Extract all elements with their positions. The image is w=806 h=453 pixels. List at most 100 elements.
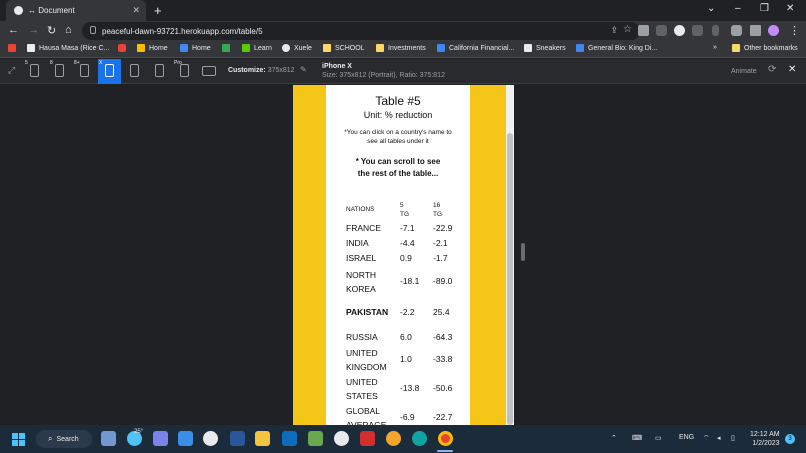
phone-extension-icon[interactable] — [712, 25, 719, 36]
close-icon[interactable]: ✕ — [788, 64, 796, 75]
taskbar: ⌕ Search 25° ⌃ ⌨ ▭ ENG ⌔ ◂ ▯ 12:12 AM 1/… — [0, 425, 806, 453]
resize-handle[interactable] — [521, 243, 525, 261]
chrome-icon[interactable] — [438, 431, 453, 446]
monitor-icon[interactable] — [202, 66, 216, 76]
keyboard-icon[interactable]: ⌨ — [632, 434, 642, 442]
nation-link[interactable]: UNITED KINGDOM — [346, 346, 392, 374]
display-icon[interactable]: ▭ — [655, 434, 662, 442]
device-button-8plus[interactable] — [80, 64, 89, 77]
bookmark-item[interactable]: Home — [180, 44, 211, 52]
youtube-icon[interactable] — [118, 44, 130, 52]
forward-button[interactable]: → — [28, 24, 39, 36]
mcafee-icon[interactable] — [360, 431, 375, 446]
value-16tg: -50.6 — [433, 383, 453, 393]
menu-icon[interactable]: ⋮ — [789, 24, 800, 37]
wifi-icon[interactable]: ⌔ — [703, 434, 710, 443]
extension-icon[interactable] — [692, 25, 703, 36]
word-icon[interactable] — [230, 431, 245, 446]
teams-icon[interactable] — [153, 431, 168, 446]
nation-link[interactable]: RUSSIA — [346, 332, 378, 342]
language-indicator[interactable]: ENG — [679, 434, 694, 441]
more-bookmarks-icon[interactable]: » — [713, 44, 717, 51]
scroll-note: * You can scroll to see the rest of the … — [355, 157, 441, 178]
extension-icon[interactable] — [656, 25, 667, 36]
minimize-button[interactable]: – — [735, 3, 741, 14]
table-card: Table #5 Unit: % reduction *You can clic… — [326, 85, 470, 425]
reload-button[interactable]: ↻ — [47, 24, 56, 37]
windows-start-icon[interactable] — [12, 433, 25, 446]
bookmark-item[interactable]: California Financial... — [437, 44, 514, 52]
bookmark-item[interactable]: Home — [137, 44, 168, 52]
nation-link[interactable]: FRANCE — [346, 223, 381, 233]
edge-icon[interactable] — [412, 431, 427, 446]
bookmark-item[interactable]: Hausa Masa (Rice C... — [27, 44, 109, 52]
system-clock[interactable]: 12:12 AM 1/2/2023 — [750, 430, 780, 448]
phone-screen: Table #5 Unit: % reduction *You can clic… — [293, 85, 507, 425]
device-button[interactable] — [130, 64, 139, 77]
device-button-8[interactable] — [55, 64, 64, 77]
nation-link[interactable]: GLOBAL AVERAGE — [346, 404, 386, 425]
outlook-icon[interactable] — [282, 431, 297, 446]
notification-badge[interactable]: 3 — [785, 434, 795, 444]
active-indicator — [437, 450, 453, 452]
device-button-x-selected[interactable]: X — [98, 59, 121, 84]
page-scrollbar[interactable] — [506, 85, 514, 425]
camera-extension-icon[interactable] — [638, 25, 649, 36]
app-icon[interactable] — [386, 431, 401, 446]
new-tab-button[interactable]: + — [154, 3, 162, 18]
volume-icon[interactable]: ◂ — [717, 434, 721, 442]
store-icon[interactable] — [178, 431, 193, 446]
avatar[interactable] — [768, 25, 779, 36]
bookmark-item[interactable]: General Bio: King Di... — [576, 44, 657, 52]
edit-icon[interactable]: ✎ — [300, 65, 307, 74]
share-icon[interactable]: ⇪ — [610, 25, 618, 36]
address-bar[interactable]: peaceful-dawn-93721.herokuapp.com/table/… — [82, 22, 640, 40]
puzzle-icon[interactable] — [731, 25, 742, 36]
star-icon[interactable]: ☆ — [623, 24, 632, 35]
nation-link[interactable]: ISRAEL — [346, 253, 376, 263]
back-button[interactable]: ← — [8, 24, 19, 36]
bookmark-item[interactable]: Sneakers — [524, 44, 566, 52]
file-explorer-icon[interactable] — [255, 431, 270, 446]
battery-icon[interactable]: ▯ — [731, 434, 735, 442]
app-icon[interactable] — [334, 431, 349, 446]
nation-link-selected[interactable]: PAKISTAN — [346, 307, 388, 317]
chevron-down-icon[interactable]: ⌄ — [707, 3, 715, 14]
bookmark-item[interactable]: Investments — [376, 44, 426, 52]
animate-button[interactable]: Animate — [731, 68, 757, 75]
device-button-pro[interactable] — [180, 64, 189, 77]
bookmark-item[interactable]: Xuele — [282, 44, 312, 52]
browser-tab[interactable]: ↔ Document ✕ — [6, 0, 146, 21]
nation-link[interactable]: UNITED STATES — [346, 375, 386, 403]
device-button[interactable] — [155, 64, 164, 77]
rotate-icon[interactable]: ⟳ — [768, 64, 776, 75]
resize-icon[interactable]: ⤢ — [8, 65, 15, 76]
bookmark-item[interactable]: Learn — [242, 44, 272, 52]
value-16tg: -1.7 — [433, 253, 448, 263]
task-view-icon[interactable] — [101, 431, 116, 446]
bookmark-icon[interactable] — [222, 44, 234, 52]
other-bookmarks[interactable]: Other bookmarks — [732, 44, 798, 52]
chevron-up-icon[interactable]: ⌃ — [611, 434, 617, 442]
close-window-button[interactable]: ✕ — [786, 3, 794, 14]
app-icon[interactable] — [203, 431, 218, 446]
scrollbar-thumb[interactable] — [507, 133, 513, 425]
minecraft-icon[interactable] — [308, 431, 323, 446]
value-5tg: 6.0 — [400, 332, 412, 342]
bookmark-item[interactable]: SCHOOL — [323, 44, 365, 52]
close-tab-icon[interactable]: ✕ — [132, 5, 140, 16]
device-button-5[interactable] — [30, 64, 39, 77]
globe-icon — [14, 6, 23, 15]
tab-strip: ↔ Document ✕ + ⌄ – ❐ ✕ — [0, 0, 806, 21]
apps-icon[interactable] — [8, 44, 20, 52]
home-button[interactable]: ⌂ — [65, 24, 72, 36]
sidebar-icon[interactable] — [750, 25, 761, 36]
maximize-button[interactable]: ❐ — [760, 3, 769, 14]
nation-link[interactable]: INDIA — [346, 238, 369, 248]
device-label: 8+ — [74, 60, 80, 66]
nation-link[interactable]: NORTH KOREA — [346, 268, 384, 296]
column-header-5tg: 5 TG — [400, 202, 410, 218]
value-16tg: -2.1 — [433, 238, 448, 248]
s-extension-icon[interactable] — [674, 25, 685, 36]
taskbar-search[interactable]: ⌕ Search — [36, 430, 92, 448]
